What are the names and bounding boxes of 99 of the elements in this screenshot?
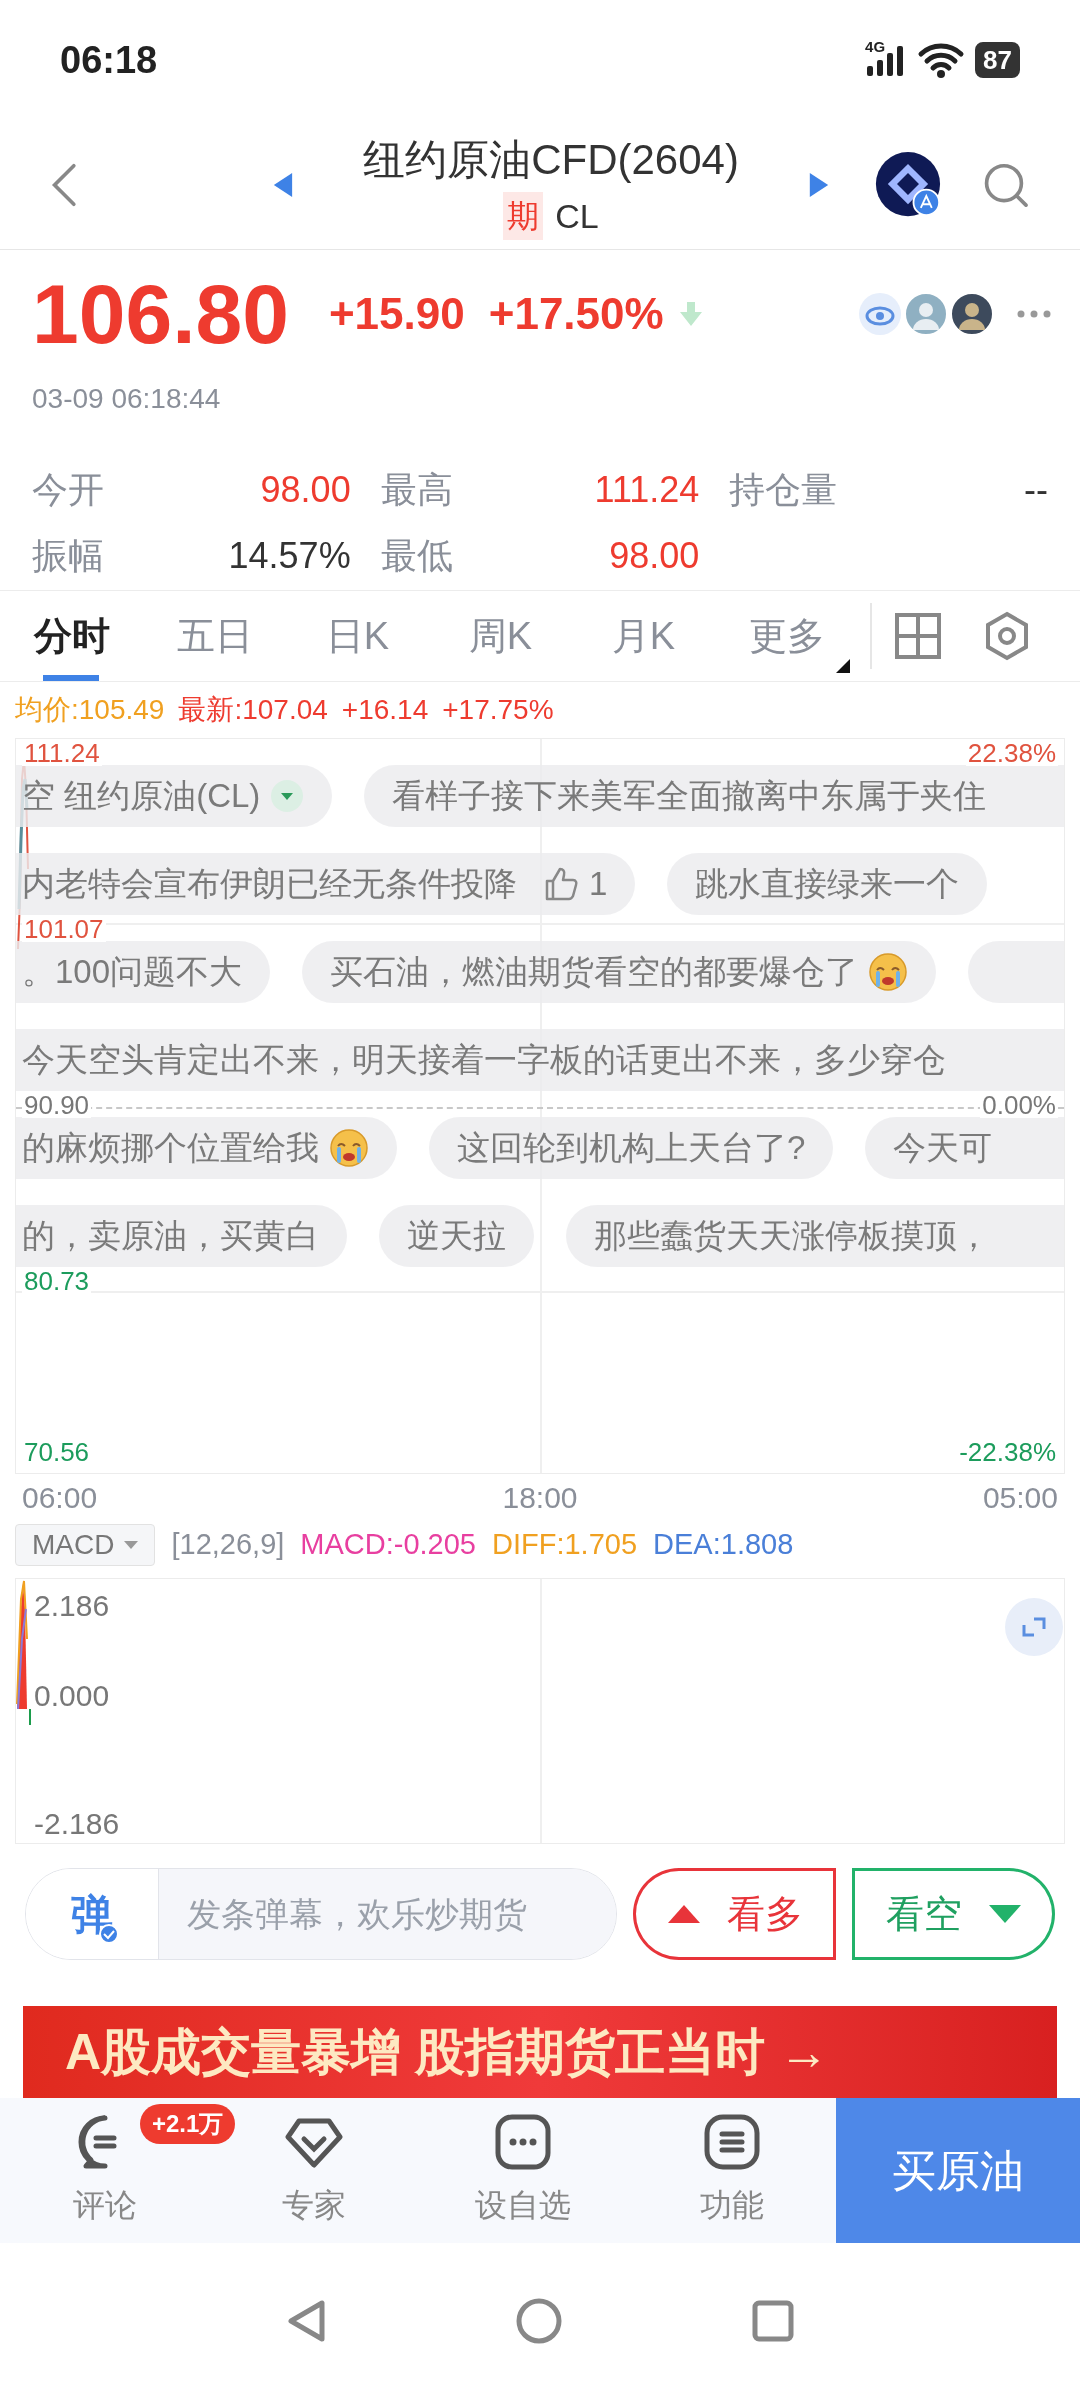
chart-info-value: 最新:107.04 <box>178 693 328 727</box>
time-label: 05:00 <box>982 1479 1058 1516</box>
futures-badge: 期 <box>503 192 544 240</box>
comment-bubble[interactable]: 那些蠢货天天涨停板摸顶， <box>566 1205 1064 1267</box>
indicator-value: DIFF:1.705 <box>492 1527 638 1563</box>
comment-text: 今天空头肯定出不来，明天接着一字板的话更出不来，多少穿仓 <box>22 1040 946 1081</box>
bearish-button[interactable]: 看空 <box>852 1868 1055 1960</box>
comment-bubble[interactable]: 跳水直接绿来一个 <box>667 853 988 915</box>
home-icon[interactable] <box>516 2297 562 2344</box>
stat-label: 今开 <box>32 467 104 512</box>
list-icon <box>702 2112 761 2171</box>
settings-icon[interactable] <box>984 611 1030 661</box>
nav-item[interactable]: 设自选 <box>474 2112 571 2229</box>
caret-icon <box>124 1541 139 1549</box>
status-time: 06:18 <box>60 37 158 83</box>
comment-text: 内老特会宣布伊朗已经无条件投降 <box>22 864 517 905</box>
stat-label: 最高 <box>380 467 453 512</box>
network-type: 4G <box>865 37 886 57</box>
nav-item[interactable]: 评论 <box>72 2112 137 2229</box>
axis-label: -2.186 <box>34 1809 120 1839</box>
more-menu-tab[interactable]: 更多 <box>715 591 858 681</box>
instrument-title: 纽约原油CFD(2604) <box>363 134 739 185</box>
avatar-icon[interactable] <box>950 292 994 336</box>
down-arrow-icon <box>677 300 704 328</box>
comment-bubble[interactable]: 买石油，燃油期货看空的都要爆仓了 <box>302 941 937 1003</box>
comment-bubble[interactable]: 空 纽约原油(CL) <box>16 765 333 827</box>
comment-bubble[interactable]: 这回轮到机构上天台了? <box>429 1117 834 1179</box>
quote-timestamp: 03-09 06:18:44 <box>32 382 222 416</box>
more-icon[interactable] <box>1016 309 1052 319</box>
stat-value: 111.24 <box>594 467 700 512</box>
comment-text: 空 纽约原油(CL) <box>22 776 261 817</box>
chart-tab[interactable]: 月K <box>572 591 715 681</box>
stat-label: 振幅 <box>32 533 104 578</box>
comment-bubble[interactable]: 的，卖原油，买黄白 <box>16 1205 347 1267</box>
indicator-value: DEA:1.808 <box>653 1527 794 1563</box>
comment-bubble[interactable]: 内老特会宣布伊朗已经无条件投降 1 <box>16 853 636 915</box>
chart-info-value: +17.75% <box>442 693 554 727</box>
bullish-button[interactable]: 看多 <box>633 1868 836 1960</box>
chart-info-value: +16.14 <box>341 693 429 727</box>
comment-text: 的麻烦挪个位置给我 <box>22 1128 319 1169</box>
axis-label: 2.186 <box>34 1591 110 1621</box>
nav-item[interactable]: 专家 <box>281 2112 346 2229</box>
buy-button[interactable]: 买原油 <box>836 2098 1080 2243</box>
comment-text: 买石油，燃油期货看空的都要爆仓了 <box>330 952 859 993</box>
like-count: 1 <box>589 864 608 905</box>
count-badge: +2.1万 <box>140 2104 236 2144</box>
comment-bubble[interactable]: 今天空头肯定出不来，明天接着一字板的话更出不来，多少穿仓 <box>16 1029 1064 1091</box>
chart-tab[interactable]: 日K <box>286 591 429 681</box>
time-label: 06:00 <box>22 1479 98 1516</box>
comment-bubble[interactable]: 看样子接下来美军全面撤离中东属于夹住 <box>364 765 1064 827</box>
chart-info-value: 均价:105.49 <box>15 693 165 727</box>
comment-text: 这回轮到机构上天台了? <box>457 1128 806 1169</box>
back-icon[interactable] <box>286 2298 326 2343</box>
axis-label: 0.000 <box>34 1681 110 1711</box>
grid-layout-icon[interactable] <box>894 612 942 660</box>
comment-bubble[interactable]: 的麻烦挪个位置给我 <box>16 1117 397 1179</box>
down-triangle-icon <box>987 1904 1022 1924</box>
wifi-icon <box>917 41 966 79</box>
comment-text: 。100问题不大 <box>22 952 243 993</box>
chart-tab[interactable]: 分时 <box>0 591 143 681</box>
comment-text: 逆天拉 <box>407 1216 506 1257</box>
instrument-code: CL <box>555 195 599 237</box>
stat-value: 14.57% <box>228 533 351 578</box>
thumbs-up-icon[interactable] <box>543 866 579 902</box>
price-change: +15.90 <box>328 288 465 340</box>
comment-text: 看样子接下来美军全面撤离中东属于夹住 <box>392 776 987 817</box>
stat-label: 最低 <box>380 533 453 578</box>
recent-apps-icon[interactable] <box>752 2299 794 2342</box>
comment-text: 那些蠢货天天涨停板摸顶， <box>594 1216 990 1257</box>
comment-text: 的，卖原油，买黄白 <box>22 1216 319 1257</box>
corner-triangle-icon <box>836 659 850 673</box>
time-label: 18:00 <box>502 1479 578 1516</box>
promo-banner[interactable]: A股成交量暴增 股指期货正当时 → <box>23 2006 1057 2098</box>
eye-icon[interactable] <box>858 292 902 336</box>
stat-value: 98.00 <box>609 533 700 578</box>
expand-icon[interactable] <box>1004 1597 1064 1657</box>
stat-label: 持仓量 <box>729 467 838 512</box>
more-dots-icon <box>493 2112 552 2171</box>
crying-emoji-icon <box>329 1128 369 1168</box>
up-triangle-icon <box>666 1904 701 1924</box>
indicator-value: MACD:-0.205 <box>300 1527 476 1563</box>
comment-bubble[interactable]: 逆天拉 <box>379 1205 534 1267</box>
nav-item[interactable]: 功能 <box>699 2112 764 2229</box>
stat-value: -- <box>1024 467 1048 512</box>
battery-indicator: 87 <box>975 42 1020 78</box>
crying-emoji-icon <box>868 952 909 992</box>
comment-bubble[interactable]: 。100问题不大 <box>16 941 271 1003</box>
comment-text: 跳水直接绿来一个 <box>695 864 960 905</box>
percent-change: +17.50% <box>488 288 664 340</box>
chart-tab[interactable]: 周K <box>429 591 572 681</box>
chart-tab[interactable]: 五日 <box>143 591 286 681</box>
indicator-dropdown[interactable]: MACD <box>15 1524 156 1566</box>
last-price: 106.80 <box>32 272 289 356</box>
comment-text: 今天可 <box>893 1128 993 1169</box>
comment-input-field[interactable]: 发条弹幕，欢乐炒期货 <box>159 1869 616 1959</box>
dropdown-icon <box>270 779 305 813</box>
stat-value: 98.00 <box>260 467 351 512</box>
comment-bubble[interactable]: 今天可 <box>865 1117 1064 1179</box>
indicator-params: [12,26,9] <box>171 1527 285 1563</box>
